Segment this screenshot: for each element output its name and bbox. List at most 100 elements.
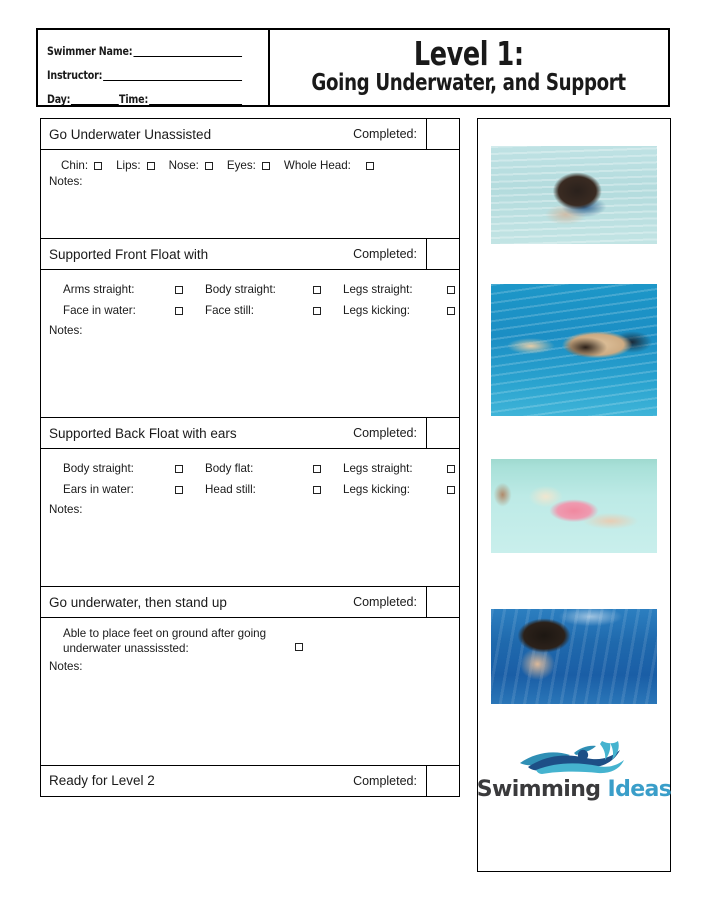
- section-body: Arms straight: Body straight: Legs strai…: [41, 270, 459, 417]
- level-title-block: Level 1: Going Underwater, and Support: [270, 30, 668, 105]
- criterion-body-straight[interactable]: [175, 462, 205, 475]
- swimming-ideas-logo: Swimming Ideas: [477, 736, 672, 801]
- notes-label: Notes:: [49, 659, 83, 673]
- criterion-label: Chin:: [61, 159, 89, 172]
- swimmer-name-rule[interactable]: [133, 45, 243, 57]
- section-header: Go Underwater Unassisted Completed:: [41, 119, 459, 150]
- swimmer-wave-icon: [520, 741, 624, 774]
- criterion-label: Eyes:: [226, 159, 256, 172]
- skill-section-supported-front-float: Supported Front Float with Completed: Ar…: [41, 239, 459, 418]
- criterion-nose[interactable]: Nose:: [169, 159, 213, 172]
- completed-signature-box[interactable]: [426, 765, 459, 796]
- criterion-whole-head[interactable]: Whole Head:: [284, 159, 374, 172]
- criterion-checkbox[interactable]: [204, 161, 213, 170]
- day-time-field[interactable]: Day: Time:: [47, 85, 243, 106]
- swimmer-name-field[interactable]: Swimmer Name:: [47, 37, 243, 58]
- time-label: Time:: [119, 91, 149, 106]
- notes-label: Notes:: [49, 503, 83, 516]
- section-header: Ready for Level 2 Completed:: [41, 765, 459, 796]
- criterion-label: Nose:: [168, 159, 199, 172]
- notes-label: Notes:: [49, 324, 83, 337]
- criterion-label: Lips:: [116, 159, 141, 172]
- criterion-place-feet-on-ground[interactable]: Able to place feet on ground after going…: [49, 627, 451, 657]
- criterion-label: Legs straight:: [343, 283, 413, 296]
- skill-section-ready-for-level-2: Ready for Level 2 Completed:: [41, 765, 459, 796]
- section-body: Body straight: Body flat: Legs straight:…: [41, 449, 459, 586]
- section-title: Supported Front Float with: [49, 246, 209, 262]
- completed-label: Completed:: [353, 426, 417, 440]
- criterion-face-in-water[interactable]: [175, 304, 205, 317]
- criterion-legs-straight[interactable]: [447, 283, 477, 296]
- criterion-body-straight[interactable]: [313, 283, 343, 296]
- criterion-lips[interactable]: Lips:: [116, 159, 155, 172]
- criteria-row: Chin: Lips: Nose: Eyes: Whole Head:: [49, 159, 451, 172]
- section-title: Supported Back Float with ears: [49, 425, 237, 441]
- section-header: Supported Back Float with ears Completed…: [41, 418, 459, 449]
- criterion-checkbox[interactable]: [447, 485, 455, 494]
- criterion-label: Body flat:: [205, 462, 254, 475]
- day-label: Day:: [47, 91, 71, 106]
- criterion-checkbox[interactable]: [313, 306, 321, 315]
- criterion-label: Face in water:: [63, 304, 136, 317]
- completed-signature-box[interactable]: [426, 239, 459, 269]
- criterion-checkbox[interactable]: [313, 464, 321, 473]
- criterion-label: Arms straight:: [63, 283, 135, 296]
- criterion-checkbox[interactable]: [175, 285, 183, 294]
- criterion-checkbox[interactable]: [295, 642, 303, 651]
- time-rule[interactable]: [148, 93, 243, 105]
- completed-signature-box[interactable]: [426, 418, 459, 448]
- criterion-ears-in-water[interactable]: [175, 483, 205, 496]
- notes-writing-area[interactable]: [49, 188, 451, 238]
- section-header: Go underwater, then stand up Completed:: [41, 587, 459, 618]
- criterion-label: Head still:: [205, 483, 256, 496]
- criterion-checkbox[interactable]: [447, 464, 455, 473]
- criterion-legs-straight[interactable]: [447, 462, 477, 475]
- child-going-underwater-photo: [491, 146, 657, 244]
- level-title: Level 1:: [414, 33, 524, 73]
- instructor-rule[interactable]: [103, 69, 243, 81]
- day-rule[interactable]: [71, 93, 120, 105]
- swimmer-front-float-photo: [491, 284, 657, 416]
- criterion-legs-kicking[interactable]: [447, 483, 477, 496]
- child-underwater-photo: [491, 609, 657, 704]
- criterion-checkbox[interactable]: [146, 161, 155, 170]
- completed-label: Completed:: [353, 773, 417, 788]
- swimmer-name-label: Swimmer Name:: [47, 43, 133, 58]
- criterion-arms-straight[interactable]: [175, 283, 205, 296]
- notes-writing-area[interactable]: [49, 516, 451, 586]
- notes-label: Notes:: [49, 175, 83, 188]
- completed-signature-box[interactable]: [426, 587, 459, 617]
- criterion-checkbox[interactable]: [94, 161, 103, 170]
- criterion-label: Ears in water:: [63, 483, 134, 496]
- completed-signature-box[interactable]: [426, 119, 459, 149]
- photo-panel: Swimming Ideas: [477, 118, 672, 872]
- criterion-checkbox[interactable]: [175, 306, 183, 315]
- criterion-checkbox[interactable]: [261, 161, 270, 170]
- logo-wordmark: Swimming Ideas: [477, 779, 672, 801]
- criterion-checkbox[interactable]: [365, 161, 374, 170]
- completed-label: Completed:: [353, 595, 417, 609]
- criterion-checkbox[interactable]: [175, 464, 183, 473]
- criterion-checkbox[interactable]: [447, 306, 455, 315]
- criterion-face-still[interactable]: [313, 304, 343, 317]
- instructor-field[interactable]: Instructor:: [47, 61, 243, 81]
- criterion-chin[interactable]: Chin:: [61, 159, 103, 172]
- criterion-checkbox[interactable]: [313, 485, 321, 494]
- criterion-label: Legs straight:: [343, 462, 413, 475]
- swimmer-info-block: Swimmer Name: Instructor: Day: Time:: [38, 30, 270, 105]
- criterion-head-still[interactable]: [313, 483, 343, 496]
- criterion-legs-kicking[interactable]: [447, 304, 477, 317]
- criteria-grid: Body straight: Body flat: Legs straight:…: [49, 458, 455, 500]
- criterion-label: Face still:: [205, 304, 254, 317]
- notes-writing-area[interactable]: [49, 673, 451, 765]
- criterion-body-flat[interactable]: [313, 462, 343, 475]
- criterion-checkbox[interactable]: [175, 485, 183, 494]
- criterion-checkbox[interactable]: [313, 285, 321, 294]
- notes-writing-area[interactable]: [49, 337, 451, 417]
- criterion-checkbox[interactable]: [447, 285, 455, 294]
- logo-word-ideas: Ideas: [607, 777, 672, 802]
- criterion-label: Whole Head:: [283, 159, 351, 172]
- skills-checklist: Go Underwater Unassisted Completed: Chin…: [40, 118, 460, 797]
- criterion-eyes[interactable]: Eyes:: [227, 159, 270, 172]
- criterion-checkbox-wrap[interactable]: [295, 627, 303, 653]
